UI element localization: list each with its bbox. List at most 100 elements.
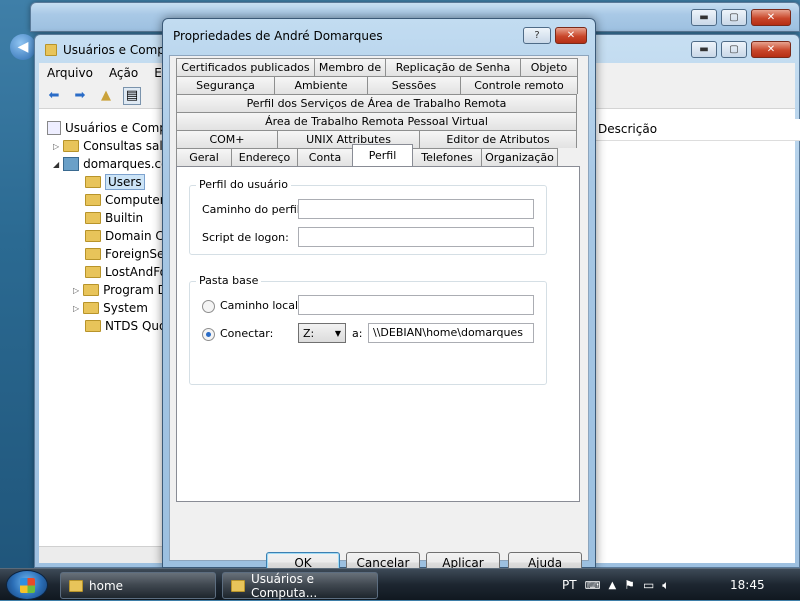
tab-editor-atributos[interactable]: Editor de Atributos — [419, 130, 577, 148]
tree-item-builtin[interactable]: Builtin — [85, 209, 143, 227]
tab-perfil-servicos[interactable]: Perfil dos Serviços de Área de Trabalho … — [176, 94, 577, 112]
dialog-body: Certificados publicados Membro de Replic… — [169, 55, 589, 573]
tab-membro-de[interactable]: Membro de — [314, 58, 386, 76]
user-profile-group: Perfil do usuário Caminho do perfil: Scr… — [189, 178, 547, 255]
folder-icon — [69, 579, 83, 592]
folder-icon — [83, 284, 100, 296]
to-label: a: — [352, 327, 363, 340]
maximize-icon[interactable]: ▢ — [721, 41, 747, 58]
tab-objeto[interactable]: Objeto — [520, 58, 578, 76]
start-button[interactable] — [6, 570, 48, 600]
local-path-radio[interactable] — [202, 300, 215, 313]
minimize-icon[interactable]: ▬ — [691, 9, 717, 26]
up-folder-icon[interactable]: ▲ — [97, 87, 115, 105]
taskbar-item-label: home — [89, 578, 124, 593]
expand-icon[interactable]: ▷ — [53, 142, 59, 151]
folder-icon — [85, 230, 101, 242]
folder-icon — [83, 302, 100, 314]
tab-conta[interactable]: Conta — [297, 148, 353, 166]
connect-path-input[interactable]: \\DEBIAN\home\domarques — [368, 323, 534, 343]
horizontal-scrollbar[interactable] — [39, 546, 168, 563]
close-icon[interactable]: ✕ — [751, 9, 791, 26]
folder-icon — [85, 320, 101, 332]
volume-icon[interactable]: 🔈︎ — [662, 578, 669, 593]
help-icon[interactable]: ? — [523, 27, 551, 44]
tab-com-plus[interactable]: COM+ — [176, 130, 278, 148]
taskbar-item-aduc[interactable]: Usuários e Computa... — [222, 571, 378, 600]
tree-item-users[interactable]: Users — [85, 173, 145, 191]
properties-dialog: Propriedades de André Domarques ? ✕ Cert… — [162, 18, 596, 573]
taskbar-item-label: Usuários e Computa... — [251, 571, 318, 600]
folder-icon — [85, 212, 101, 224]
taskbar-item-home[interactable]: home — [60, 572, 216, 599]
back-arrow-icon[interactable]: ◀ — [10, 34, 36, 60]
connect-radio[interactable] — [202, 328, 215, 341]
menu-acao[interactable]: Ação — [109, 66, 138, 80]
folder-icon — [231, 579, 245, 592]
expand-icon[interactable]: ▷ — [73, 304, 79, 313]
logon-script-label: Script de logon: — [202, 231, 289, 244]
ad-icon — [47, 121, 61, 135]
language-indicator[interactable]: PT — [562, 578, 577, 592]
expand-icon[interactable]: ▷ — [73, 286, 79, 295]
close-icon[interactable]: ✕ — [555, 27, 587, 44]
tab-seguranca[interactable]: Segurança — [176, 76, 275, 94]
tab-geral[interactable]: Geral — [176, 148, 232, 166]
collapse-icon[interactable]: ◢ — [53, 160, 59, 169]
user-profile-group-title: Perfil do usuário — [196, 178, 291, 191]
windows-logo-icon — [20, 578, 35, 593]
chevron-down-icon: ▼ — [334, 328, 341, 338]
dialog-title: Propriedades de André Domarques — [173, 29, 383, 43]
forward-icon[interactable]: ➡ — [71, 87, 89, 105]
drive-letter-value: Z: — [303, 326, 315, 340]
folder-icon — [85, 176, 101, 188]
tab-organizacao[interactable]: Organização — [481, 148, 558, 166]
tab-ambiente[interactable]: Ambiente — [274, 76, 368, 94]
minimize-icon[interactable]: ▬ — [691, 41, 717, 58]
up-arrow-icon[interactable]: ▲ — [608, 580, 616, 591]
profile-tab-panel: Perfil do usuário Caminho do perfil: Scr… — [176, 166, 580, 502]
details-list: Descrição Domain usersDomain guestsAll w… — [275, 109, 800, 563]
logon-script-input[interactable] — [298, 227, 534, 247]
tab-telefones[interactable]: Telefones — [412, 148, 482, 166]
drive-letter-select[interactable]: Z: ▼ — [298, 323, 346, 343]
home-folder-group: Pasta base Caminho local: Conectar: Z: ▼… — [189, 274, 547, 385]
folder-icon — [85, 194, 101, 206]
tree-root[interactable]: Usuários e Computadores do Active Direct… — [47, 119, 165, 137]
profile-path-input[interactable] — [298, 199, 534, 219]
home-folder-group-title: Pasta base — [196, 274, 262, 287]
local-path-input[interactable] — [298, 295, 534, 315]
tab-area-trabalho-virtual[interactable]: Área de Trabalho Remota Pessoal Virtual — [176, 112, 577, 130]
column-header-description[interactable]: Descrição — [595, 119, 800, 141]
flag-icon[interactable]: ⚑ — [624, 578, 635, 592]
mmc-title: Usuários e Computadores do Active Direct… — [63, 43, 173, 57]
monitor-icon[interactable]: ▭ — [643, 578, 654, 592]
menu-arquivo[interactable]: Arquivo — [47, 66, 93, 80]
folder-icon — [85, 266, 101, 278]
tab-endereco[interactable]: Endereço — [231, 148, 298, 166]
tab-replicacao[interactable]: Replicação de Senha — [385, 58, 521, 76]
folder-icon — [45, 44, 57, 56]
taskbar: home Usuários e Computa... PT ⌨ ▲ ⚑ ▭ 🔈︎… — [0, 568, 800, 600]
tab-sessoes[interactable]: Sessões — [367, 76, 461, 94]
tree-item-system[interactable]: ▷ System — [73, 299, 148, 317]
tab-row-2: Segurança Ambiente Sessões Controle remo… — [176, 76, 578, 94]
keyboard-icon[interactable]: ⌨ — [585, 579, 601, 592]
tree-item-computers[interactable]: Computers — [85, 191, 171, 209]
tab-row-6: Geral Endereço Conta Perfil Telefones Or… — [176, 144, 558, 166]
tab-perfil[interactable]: Perfil — [352, 144, 413, 166]
back-icon[interactable]: ⬅ — [45, 87, 63, 105]
console-tree: Usuários e Computadores do Active Direct… — [39, 109, 256, 563]
tab-certificados[interactable]: Certificados publicados — [176, 58, 315, 76]
tab-row-1: Certificados publicados Membro de Replic… — [176, 58, 578, 76]
console-tree-icon[interactable]: ▤ — [123, 86, 141, 105]
close-icon[interactable]: ✕ — [751, 41, 791, 58]
clock[interactable]: 18:45 — [730, 569, 765, 601]
tab-row-4: Área de Trabalho Remota Pessoal Virtual — [176, 112, 577, 130]
folder-icon — [63, 140, 80, 152]
system-tray: PT ⌨ ▲ ⚑ ▭ 🔈︎ — [562, 569, 669, 601]
tab-controle-remoto[interactable]: Controle remoto — [460, 76, 578, 94]
domain-icon — [63, 157, 80, 171]
tab-row-3: Perfil dos Serviços de Área de Trabalho … — [176, 94, 577, 112]
maximize-icon[interactable]: ▢ — [721, 9, 747, 26]
